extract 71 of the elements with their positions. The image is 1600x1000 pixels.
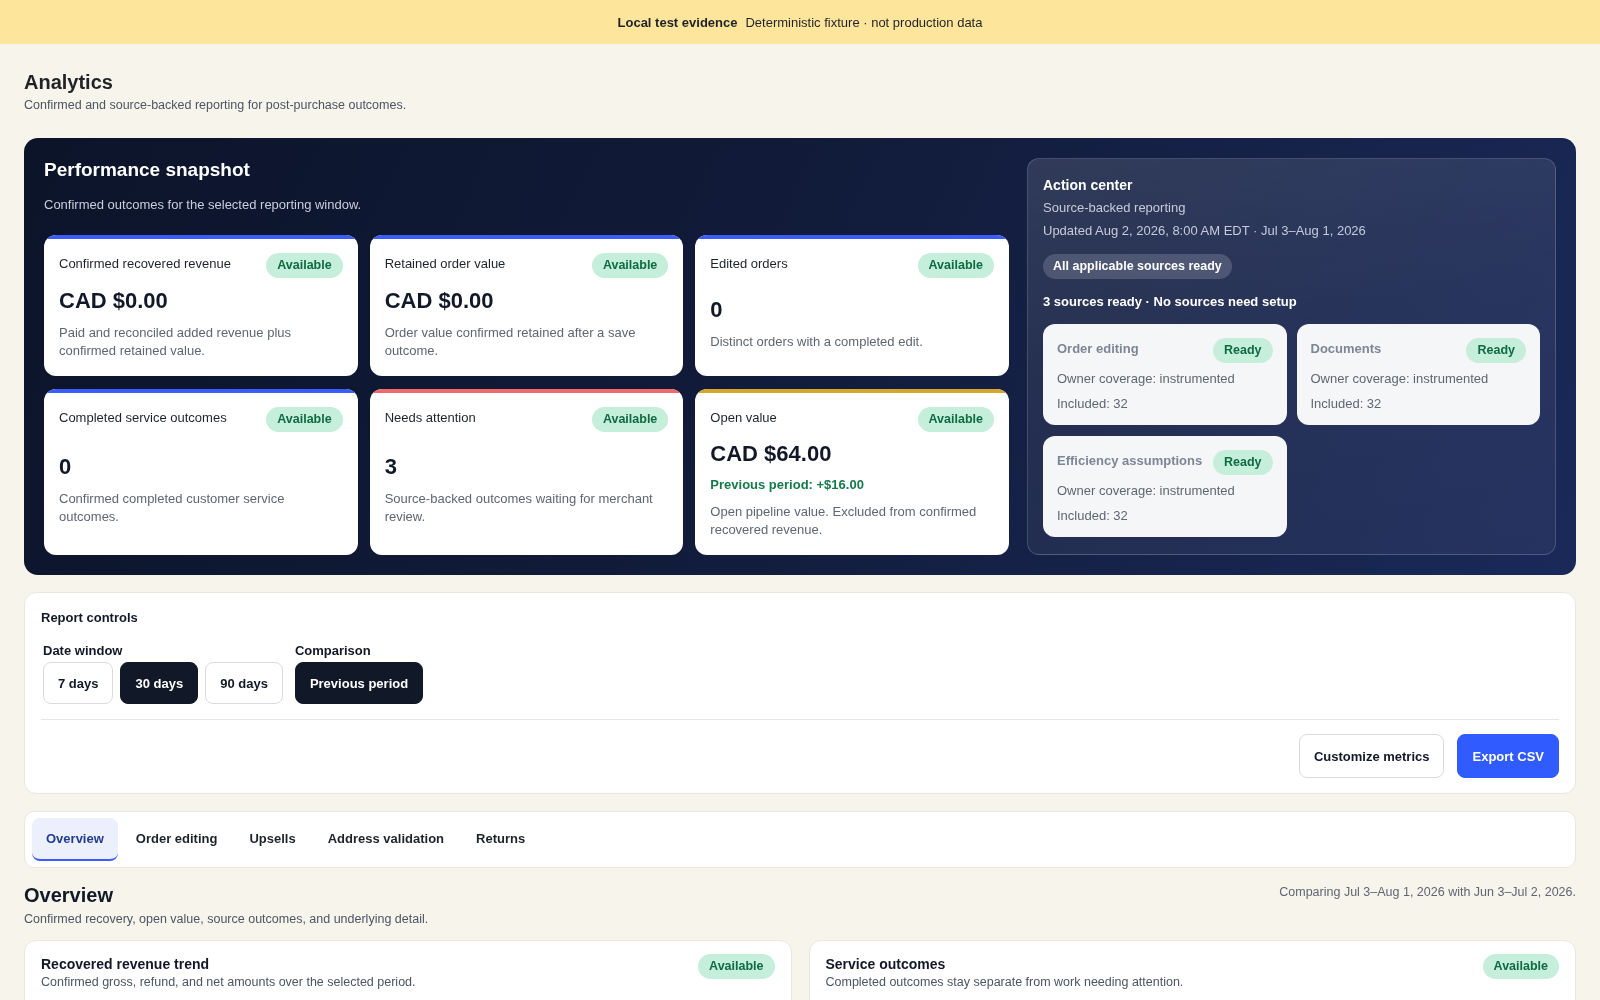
tab[interactable]: Overview	[32, 818, 118, 861]
metric-label: Completed service outcomes	[59, 409, 227, 427]
metric-label: Open value	[710, 409, 777, 427]
status-badge: Available	[917, 253, 994, 278]
status-pill: All applicable sources ready	[1043, 254, 1232, 279]
metric-value: 0	[59, 453, 73, 481]
export-button[interactable]: Export CSV	[1457, 734, 1559, 778]
status-badge: Available	[1482, 954, 1559, 979]
field-label: Comparison	[294, 642, 372, 660]
coverage-text: Owner coverage: instrumented	[1057, 370, 1236, 388]
metric-description: Order value confirmed retained after a save outcome.	[384, 323, 637, 360]
updated-timestamp: Updated Aug 2, 2026, 8:00 AM EDT · Jul 3–Aug 1, 2026	[1043, 222, 1367, 240]
tab[interactable]: Upsells	[235, 818, 310, 861]
metric-description: Distinct orders with a completed edit.	[710, 332, 924, 351]
section-title: Report controls	[41, 609, 139, 627]
sources-summary: 3 sources ready · No sources need setup	[1043, 293, 1298, 311]
status-badge: Ready	[1212, 450, 1273, 475]
status-badge: Available	[266, 407, 343, 432]
card-title: Recovered revenue trend	[41, 955, 211, 974]
comparison-delta: Previous period: +$16.00	[710, 476, 865, 494]
tab[interactable]: Address validation	[313, 818, 458, 861]
field-label: Date window	[43, 642, 124, 660]
metric-value: 0	[710, 295, 724, 324]
panel-title: Performance snapshot	[44, 158, 251, 182]
metric-value: CAD $64.00	[710, 440, 833, 468]
customize-button[interactable]: Customize metrics	[1298, 734, 1445, 778]
card-subtitle: Completed outcomes stay separate from work needing attention.	[825, 975, 1184, 990]
metric-description: Open pipeline value. Excluded from confirmed recovered revenue.	[710, 503, 978, 539]
metric-label: Edited orders	[710, 255, 788, 273]
option-button[interactable]: 90 days	[205, 662, 283, 704]
tab[interactable]: Returns	[462, 818, 540, 861]
status-badge: Available	[591, 407, 669, 432]
metric-value: CAD $0.00	[59, 286, 169, 315]
option-button[interactable]: Previous period	[294, 662, 424, 704]
card-title: Service outcomes	[825, 955, 947, 974]
metric-label: Needs attention	[384, 409, 476, 427]
notice-title: Local test evidence	[617, 14, 738, 30]
option-button[interactable]: 7 days	[43, 662, 114, 704]
metric-description: Paid and reconciled added revenue plus confirmed retained value.	[59, 323, 292, 360]
metric-value: 3	[384, 453, 398, 481]
section-title: Overview	[24, 883, 113, 907]
panel-subtitle: Confirmed outcomes for the selected reporting window.	[44, 196, 363, 214]
status-badge: Ready	[1466, 338, 1526, 363]
source-name: Efficiency assumptions	[1057, 452, 1203, 470]
metric-label: Confirmed recovered revenue	[59, 255, 231, 273]
included-count: Included: 32	[1057, 507, 1129, 525]
status-badge: Available	[917, 407, 994, 432]
status-badge: Available	[698, 954, 775, 979]
coverage-text: Owner coverage: instrumented	[1310, 370, 1490, 388]
notice-text: Deterministic fixture · not production data	[745, 14, 983, 30]
included-count: Included: 32	[1310, 395, 1383, 413]
action-center-title: Action center	[1043, 176, 1134, 195]
page-subtitle: Confirmed and source-backed reporting for post-purchase outcomes.	[24, 97, 408, 113]
status-badge: Available	[591, 253, 669, 278]
metric-description: Source-backed outcomes waiting for merchant review.	[384, 490, 654, 526]
card-subtitle: Confirmed gross, refund, and net amounts over the selected period.	[41, 975, 416, 990]
option-button[interactable]: 30 days	[120, 662, 199, 704]
tab[interactable]: Order editing	[121, 818, 232, 861]
included-count: Included: 32	[1057, 395, 1129, 413]
source-name: Order editing	[1057, 340, 1139, 358]
source-name: Documents	[1310, 340, 1382, 358]
metric-description: Confirmed completed customer service outcomes.	[59, 490, 286, 526]
status-badge: Available	[266, 253, 343, 278]
action-center-subtitle: Source-backed reporting	[1043, 199, 1187, 217]
metric-value: CAD $0.00	[384, 286, 495, 315]
section-subtitle: Confirmed recovery, open value, source outcomes, and underlying detail.	[24, 911, 430, 927]
coverage-text: Owner coverage: instrumented	[1057, 482, 1236, 500]
comparison-note: Comparing Jul 3–Aug 1, 2026 with Jun 3–Jul 2, 2026.	[1279, 884, 1576, 901]
page-title: Analytics	[24, 70, 114, 94]
metric-label: Retained order value	[384, 255, 506, 273]
status-badge: Ready	[1212, 338, 1273, 363]
